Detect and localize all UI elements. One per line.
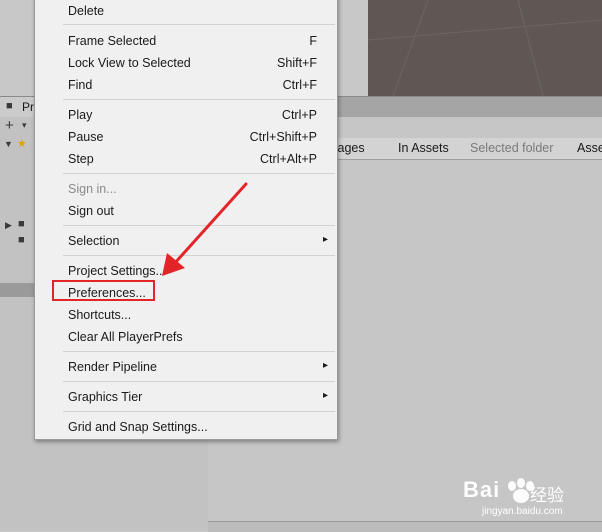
watermark-cn: 经验 — [530, 486, 564, 505]
watermark-brand: Bai — [463, 477, 501, 502]
annotation-arrow — [162, 182, 248, 276]
watermark-url: jingyan.baidu.com — [482, 506, 563, 517]
